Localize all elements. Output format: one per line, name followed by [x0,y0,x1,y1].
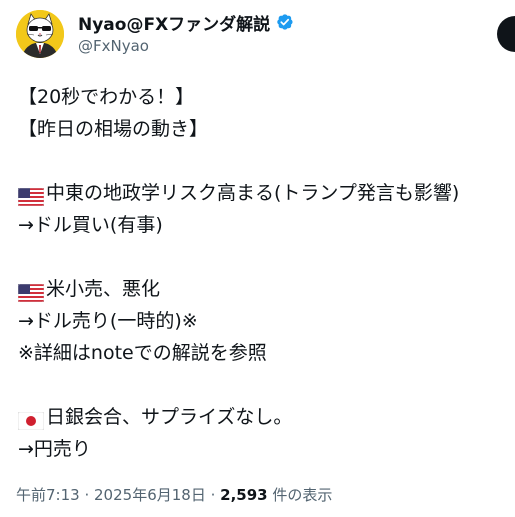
text-line: 【20秒でわかる！】 [18,86,195,108]
meta-separator: · [84,486,95,504]
author-names: Nyao@FXファンダ解説 @FxNyao [78,11,294,55]
text-line: →円売り [18,438,91,460]
display-name[interactable]: Nyao@FXファンダ解説 [78,10,270,35]
text-line: 中東の地政学リスク高まる(トランプ発言も影響) [17,177,508,209]
text-line: →ドル買い(有事) [18,214,163,236]
display-name-row: Nyao@FXファンダ解説 [78,10,294,35]
text-line: 【昨日の相場の動き】 [18,118,209,140]
text-line: 米小売、悪化 [17,273,508,305]
tweet-meta: 午前7:13 · 2025年6月18日 · 2,593 件の表示 [16,484,332,505]
avatar[interactable] [16,10,64,58]
verified-badge-icon[interactable] [274,12,294,32]
text-line: ※詳細はnoteでの解説を参照 [18,342,267,364]
tweet: Nyao@FXファンダ解説 @FxNyao 【20秒でわかる！】 【昨日の相場の… [0,0,515,517]
post-date[interactable]: 2025年6月18日 [94,486,206,504]
cat-in-suit-avatar-icon [16,10,64,58]
views-count: 2,593 [220,486,268,504]
japan-flag-icon [17,408,45,431]
post-time[interactable]: 午前7:13 [16,486,80,504]
text-line: 日銀会合、サプライズなし。 [17,401,508,433]
meta-separator: · [210,486,221,504]
text-line: →ドル売り(一時的)※ [18,310,198,332]
more-options-button[interactable] [497,16,515,52]
author-handle[interactable]: @FxNyao [78,37,294,55]
views-label: 件の表示 [272,486,333,504]
us-flag-icon [17,184,45,207]
tweet-text: 【20秒でわかる！】 【昨日の相場の動き】 中東の地政学リスク高まる(トランプ発… [17,81,508,465]
tweet-header: Nyao@FXファンダ解説 @FxNyao [16,10,515,60]
us-flag-icon [17,280,45,303]
